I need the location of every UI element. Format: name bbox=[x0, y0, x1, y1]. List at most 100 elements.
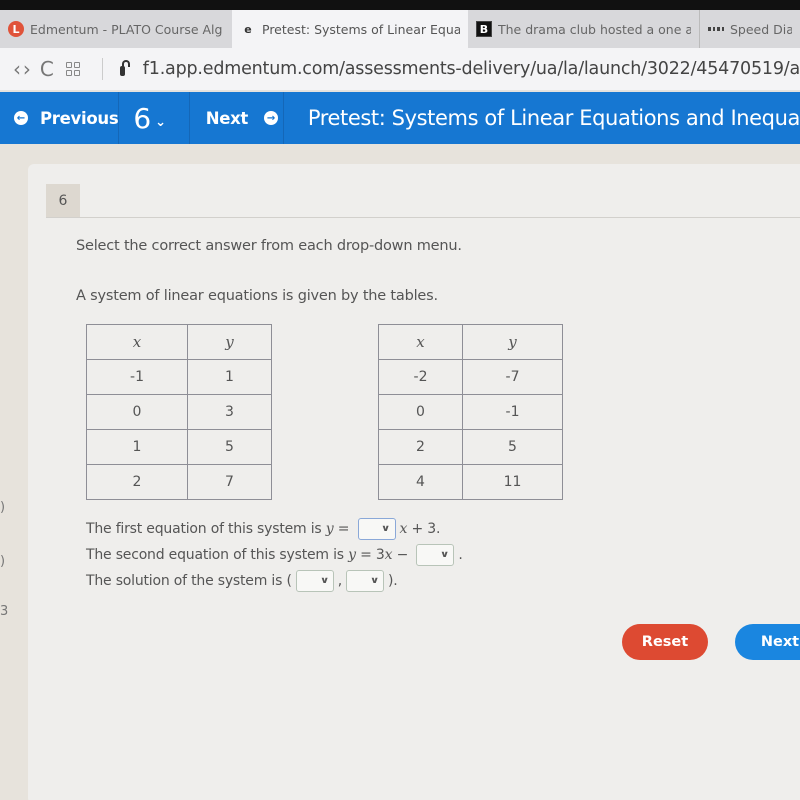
chevron-down-icon: ⌄ bbox=[155, 114, 167, 130]
reload-icon[interactable]: C bbox=[40, 57, 54, 81]
table-row: 0 -1 bbox=[378, 394, 563, 430]
screen-bezel bbox=[0, 0, 800, 10]
table-cell: 11 bbox=[462, 464, 563, 500]
table-cell: 7 bbox=[187, 464, 272, 500]
statement-text: ). bbox=[387, 573, 398, 589]
question-card: 6 Select the correct answer from each dr… bbox=[28, 164, 800, 800]
table-cell: 1 bbox=[86, 429, 188, 465]
tab-label: The drama club hosted a one a bbox=[498, 21, 691, 37]
url-field[interactable]: f1.app.edmentum.com/assessments-delivery… bbox=[143, 59, 800, 79]
header-cell: x bbox=[378, 324, 463, 360]
table-header-row: x y bbox=[378, 324, 563, 360]
table-row: 2 5 bbox=[378, 429, 563, 465]
table-row: -2 -7 bbox=[378, 359, 563, 395]
table-header-row: x y bbox=[86, 324, 272, 360]
table-cell: 0 bbox=[86, 394, 188, 430]
equation-statements: The first equation of this system is y =… bbox=[86, 516, 463, 594]
table-cell: 5 bbox=[187, 429, 272, 465]
second-equation-line: The second equation of this system is y … bbox=[86, 542, 463, 568]
table-1: x y -1 1 0 3 1 5 2 7 bbox=[86, 324, 272, 500]
assessment-header: ← Previous 6 ⌄ Next → Pretest: Systems o… bbox=[0, 92, 800, 144]
page-title: Pretest: Systems of Linear Equations and… bbox=[307, 106, 800, 130]
tab-label: Speed Dial bbox=[730, 21, 792, 37]
previous-label: Previous bbox=[40, 108, 119, 128]
table-2: x y -2 -7 0 -1 2 5 4 11 bbox=[378, 324, 563, 500]
intercept-dropdown[interactable]: ∨ bbox=[416, 544, 455, 566]
tab-label: Pretest: Systems of Linear Equa bbox=[262, 21, 460, 37]
arrow-left-circle-icon: ← bbox=[14, 111, 28, 125]
back-arrow-icon[interactable]: ‹ bbox=[12, 57, 22, 81]
question-number-badge: 6 bbox=[46, 184, 80, 218]
statement-text: The solution of the system is ( bbox=[86, 573, 292, 589]
solution-x-dropdown[interactable]: ∨ bbox=[295, 570, 334, 592]
browser-tab-speed-dial[interactable]: Speed Dial bbox=[700, 10, 800, 48]
first-equation-line: The first equation of this system is y =… bbox=[86, 516, 463, 542]
chevron-down-icon: ∨ bbox=[369, 576, 380, 586]
next-header-button[interactable]: Next → bbox=[190, 92, 284, 144]
variable-x: x bbox=[399, 521, 408, 537]
table-cell: 5 bbox=[462, 429, 563, 465]
table-cell: -1 bbox=[86, 359, 188, 395]
equals-sign: = bbox=[333, 521, 354, 537]
chevron-down-icon: ∨ bbox=[440, 550, 450, 560]
slope-dropdown[interactable]: ∨ bbox=[357, 518, 396, 540]
variable-x: x bbox=[384, 547, 393, 563]
comma: , bbox=[337, 573, 342, 589]
prompt-text: A system of linear equations is given by… bbox=[76, 288, 438, 304]
statement-text: The first equation of this system is bbox=[86, 521, 326, 537]
browser-tab-pretest[interactable]: e Pretest: Systems of Linear Equa bbox=[232, 10, 468, 48]
tab-label: Edmentum - PLATO Course Alg bbox=[30, 21, 223, 37]
table-cell: -2 bbox=[378, 359, 463, 395]
next-label: Next bbox=[205, 108, 249, 128]
table-cell: -7 bbox=[462, 359, 563, 395]
solution-y-dropdown[interactable]: ∨ bbox=[345, 570, 384, 592]
next-button[interactable]: Next bbox=[735, 624, 800, 660]
browser-tab-drama-club[interactable]: B The drama club hosted a one a bbox=[468, 10, 700, 48]
chevron-down-icon: ∨ bbox=[319, 576, 330, 586]
lock-icon[interactable] bbox=[120, 60, 130, 76]
table-row: 2 7 bbox=[86, 464, 272, 500]
solution-line: The solution of the system is ( ∨ , ∨ ). bbox=[86, 568, 463, 594]
instruction-text: Select the correct answer from each drop… bbox=[76, 238, 462, 254]
browser-tab-strip: L Edmentum - PLATO Course Alg e Pretest:… bbox=[0, 10, 800, 48]
reset-button[interactable]: Reset bbox=[622, 624, 708, 660]
table-cell: 2 bbox=[378, 429, 463, 465]
browser-tab-edmentum-course[interactable]: L Edmentum - PLATO Course Alg bbox=[0, 10, 232, 48]
header-cell: y bbox=[462, 324, 563, 360]
question-number-dropdown[interactable]: 6 ⌄ bbox=[119, 92, 190, 144]
statement-text: . bbox=[458, 547, 463, 563]
edmentum-logo-icon: L bbox=[8, 21, 24, 37]
table-cell: 3 bbox=[187, 394, 272, 430]
statement-text: The second equation of this system is bbox=[86, 547, 349, 563]
forward-arrow-icon[interactable]: › bbox=[22, 57, 32, 81]
minus-sign: − bbox=[392, 547, 413, 563]
table-row: 0 3 bbox=[86, 394, 272, 430]
table-row: 1 5 bbox=[86, 429, 272, 465]
table-cell: 4 bbox=[378, 464, 463, 500]
header-cell: x bbox=[86, 324, 188, 360]
arrow-right-circle-icon: → bbox=[264, 111, 279, 125]
table-cell: -1 bbox=[462, 394, 563, 430]
table-cell: 1 bbox=[187, 359, 272, 395]
table-row: 4 11 bbox=[378, 464, 563, 500]
speed-dial-icon[interactable] bbox=[65, 62, 80, 76]
page-body: ) ) 3 6 Select the correct answer from e… bbox=[0, 144, 800, 800]
variable-y: y bbox=[348, 547, 356, 563]
header-cell: y bbox=[187, 324, 272, 360]
variable-y: y bbox=[325, 521, 334, 537]
side-fragment: 3 bbox=[0, 604, 9, 619]
side-fragment: ) bbox=[0, 500, 6, 515]
divider bbox=[46, 217, 800, 218]
speed-dial-grid-icon bbox=[708, 21, 724, 37]
table-row: -1 1 bbox=[86, 359, 272, 395]
equals-sign: = 3 bbox=[355, 547, 385, 563]
question-number: 6 bbox=[133, 101, 152, 135]
table-cell: 0 bbox=[378, 394, 463, 430]
table-cell: 2 bbox=[86, 464, 188, 500]
brainly-b-icon: B bbox=[476, 21, 492, 37]
chevron-down-icon: ∨ bbox=[381, 524, 391, 534]
address-bar: ‹ › C f1.app.edmentum.com/assessments-de… bbox=[0, 48, 800, 90]
edmentum-e-icon: e bbox=[244, 22, 252, 36]
side-fragment: ) bbox=[0, 554, 6, 569]
previous-button[interactable]: ← Previous bbox=[0, 92, 120, 144]
